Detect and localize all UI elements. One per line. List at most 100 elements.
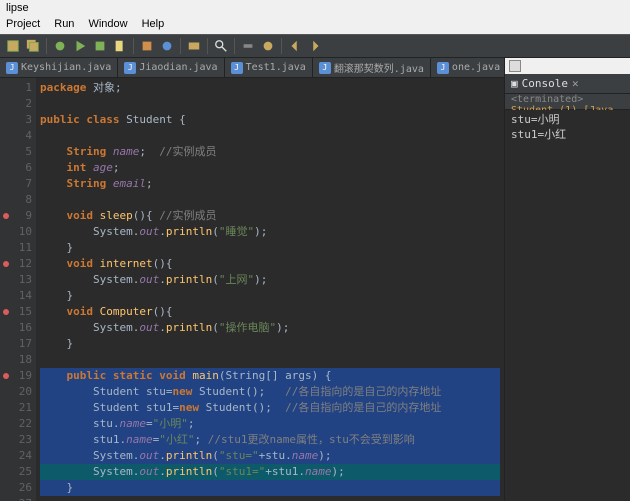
breakpoint-icon[interactable] xyxy=(3,213,9,219)
line-number[interactable]: 17 xyxy=(0,336,32,352)
code-line[interactable]: Student stu=new Student(); //各自指向的是自己的内存… xyxy=(40,384,500,400)
line-number[interactable]: 10 xyxy=(0,224,32,240)
line-number[interactable]: 18 xyxy=(0,352,32,368)
line-number[interactable]: 8 xyxy=(0,192,32,208)
code-line[interactable] xyxy=(40,192,500,208)
code-line[interactable]: System.out.println("stu="+stu.name); xyxy=(40,448,500,464)
code-line[interactable]: System.out.println("上网"); xyxy=(40,272,500,288)
code-line[interactable] xyxy=(40,352,500,368)
eclipse-icon xyxy=(509,60,521,72)
code-line[interactable]: System.out.println("睡觉"); xyxy=(40,224,500,240)
line-number[interactable]: 4 xyxy=(0,128,32,144)
back-icon[interactable] xyxy=(288,39,302,53)
line-number[interactable]: 27 xyxy=(0,496,32,501)
code-line[interactable]: public class Student { xyxy=(40,112,500,128)
console-line: stu1=小红 xyxy=(511,127,624,142)
line-number[interactable]: 20 xyxy=(0,384,32,400)
toolbar xyxy=(0,34,630,58)
line-number[interactable]: 23 xyxy=(0,432,32,448)
run-icon[interactable] xyxy=(73,39,87,53)
code-line[interactable]: void sleep(){ //实例成员 xyxy=(40,208,500,224)
tab-label: Test1.java xyxy=(246,62,306,73)
line-number[interactable]: 2 xyxy=(0,96,32,112)
new-icon[interactable] xyxy=(113,39,127,53)
menu-run[interactable]: Run xyxy=(54,18,74,32)
console-output[interactable]: stu=小明stu1=小红 xyxy=(505,110,630,501)
tab-label: Jiaodian.java xyxy=(139,62,217,73)
tab-label: one.java xyxy=(452,62,500,73)
console-pane: ▣ Console ✕ <terminated> Student (1) [Ja… xyxy=(504,58,630,501)
line-number[interactable]: 21 xyxy=(0,400,32,416)
line-number[interactable]: 24 xyxy=(0,448,32,464)
console-line: stu=小明 xyxy=(511,112,624,127)
toolbar-separator xyxy=(133,38,134,54)
line-number[interactable]: 14 xyxy=(0,288,32,304)
editor-tab[interactable]: JKeyshijian.java xyxy=(0,58,118,77)
code-text[interactable]: package 对象; public class Student { String… xyxy=(36,78,504,501)
coverage-icon[interactable] xyxy=(93,39,107,53)
code-line[interactable]: } xyxy=(40,336,500,352)
code-line[interactable]: stu.name="小明"; xyxy=(40,416,500,432)
app-title: lipse xyxy=(6,2,29,14)
new-package-icon[interactable] xyxy=(140,39,154,53)
line-number[interactable]: 26 xyxy=(0,480,32,496)
code-line[interactable]: } xyxy=(40,288,500,304)
save-all-icon[interactable] xyxy=(26,39,40,53)
code-line[interactable]: Student stu1=new Student(); //各自指向的是自己的内… xyxy=(40,400,500,416)
console-icon: ▣ xyxy=(511,77,518,90)
code-line[interactable]: stu1.name="小红"; //stu1更改name属性，stu不会受到影响 xyxy=(40,432,500,448)
breakpoint-icon[interactable] xyxy=(3,309,9,315)
code-line[interactable]: package 对象; xyxy=(40,80,500,96)
breakpoint-icon[interactable] xyxy=(3,261,9,267)
line-number[interactable]: 25 xyxy=(0,464,32,480)
open-type-icon[interactable] xyxy=(187,39,201,53)
forward-icon[interactable] xyxy=(308,39,322,53)
annotation-icon[interactable] xyxy=(261,39,275,53)
title-bar: lipse xyxy=(0,0,630,16)
editor-tab[interactable]: J翻滚那契数列.java xyxy=(313,58,431,77)
breakpoint-icon[interactable] xyxy=(3,373,9,379)
code-line[interactable]: void Computer(){ xyxy=(40,304,500,320)
code-line[interactable] xyxy=(40,128,500,144)
console-tab[interactable]: ▣ Console ✕ xyxy=(511,77,579,90)
line-number[interactable]: 5 xyxy=(0,144,32,160)
line-number[interactable]: 1 xyxy=(0,80,32,96)
toolbar-separator xyxy=(180,38,181,54)
code-line[interactable]: public static void main(String[] args) { xyxy=(40,368,500,384)
code-line[interactable]: int age; xyxy=(40,160,500,176)
toggle-icon[interactable] xyxy=(241,39,255,53)
java-file-icon: J xyxy=(124,62,136,74)
line-number[interactable]: 6 xyxy=(0,160,32,176)
editor-tab[interactable]: Jone.java xyxy=(431,58,504,77)
editor-tab[interactable]: JTest1.java xyxy=(225,58,313,77)
menu-project[interactable]: Project xyxy=(6,18,40,32)
line-number[interactable]: 16 xyxy=(0,320,32,336)
close-icon[interactable]: ✕ xyxy=(572,77,579,90)
new-class-icon[interactable] xyxy=(160,39,174,53)
menu-bar: Project Run Window Help xyxy=(0,16,630,34)
toolbar-separator xyxy=(281,38,282,54)
menu-help[interactable]: Help xyxy=(142,18,165,32)
line-number[interactable]: 3 xyxy=(0,112,32,128)
code-line[interactable]: System.out.println("stu1="+stu1.name); xyxy=(40,464,500,480)
code-line[interactable]: String email; xyxy=(40,176,500,192)
terminated-label: <terminated> xyxy=(511,94,583,105)
search-icon[interactable] xyxy=(214,39,228,53)
line-number[interactable]: 22 xyxy=(0,416,32,432)
debug-icon[interactable] xyxy=(53,39,67,53)
code-line[interactable]: } xyxy=(40,480,500,496)
code-line[interactable]: String name; //实例成员 xyxy=(40,144,500,160)
line-number[interactable]: 13 xyxy=(0,272,32,288)
main-area: JKeyshijian.javaJJiaodian.javaJTest1.jav… xyxy=(0,58,630,501)
save-icon[interactable] xyxy=(6,39,20,53)
code-line[interactable]: } xyxy=(40,240,500,256)
line-number[interactable]: 7 xyxy=(0,176,32,192)
line-number[interactable]: 11 xyxy=(0,240,32,256)
code-line[interactable] xyxy=(40,496,500,501)
menu-window[interactable]: Window xyxy=(88,18,127,32)
code-line[interactable]: System.out.println("操作电脑"); xyxy=(40,320,500,336)
console-label: Console xyxy=(522,77,568,90)
code-line[interactable] xyxy=(40,96,500,112)
code-line[interactable]: void internet(){ xyxy=(40,256,500,272)
editor-tab[interactable]: JJiaodian.java xyxy=(118,58,224,77)
